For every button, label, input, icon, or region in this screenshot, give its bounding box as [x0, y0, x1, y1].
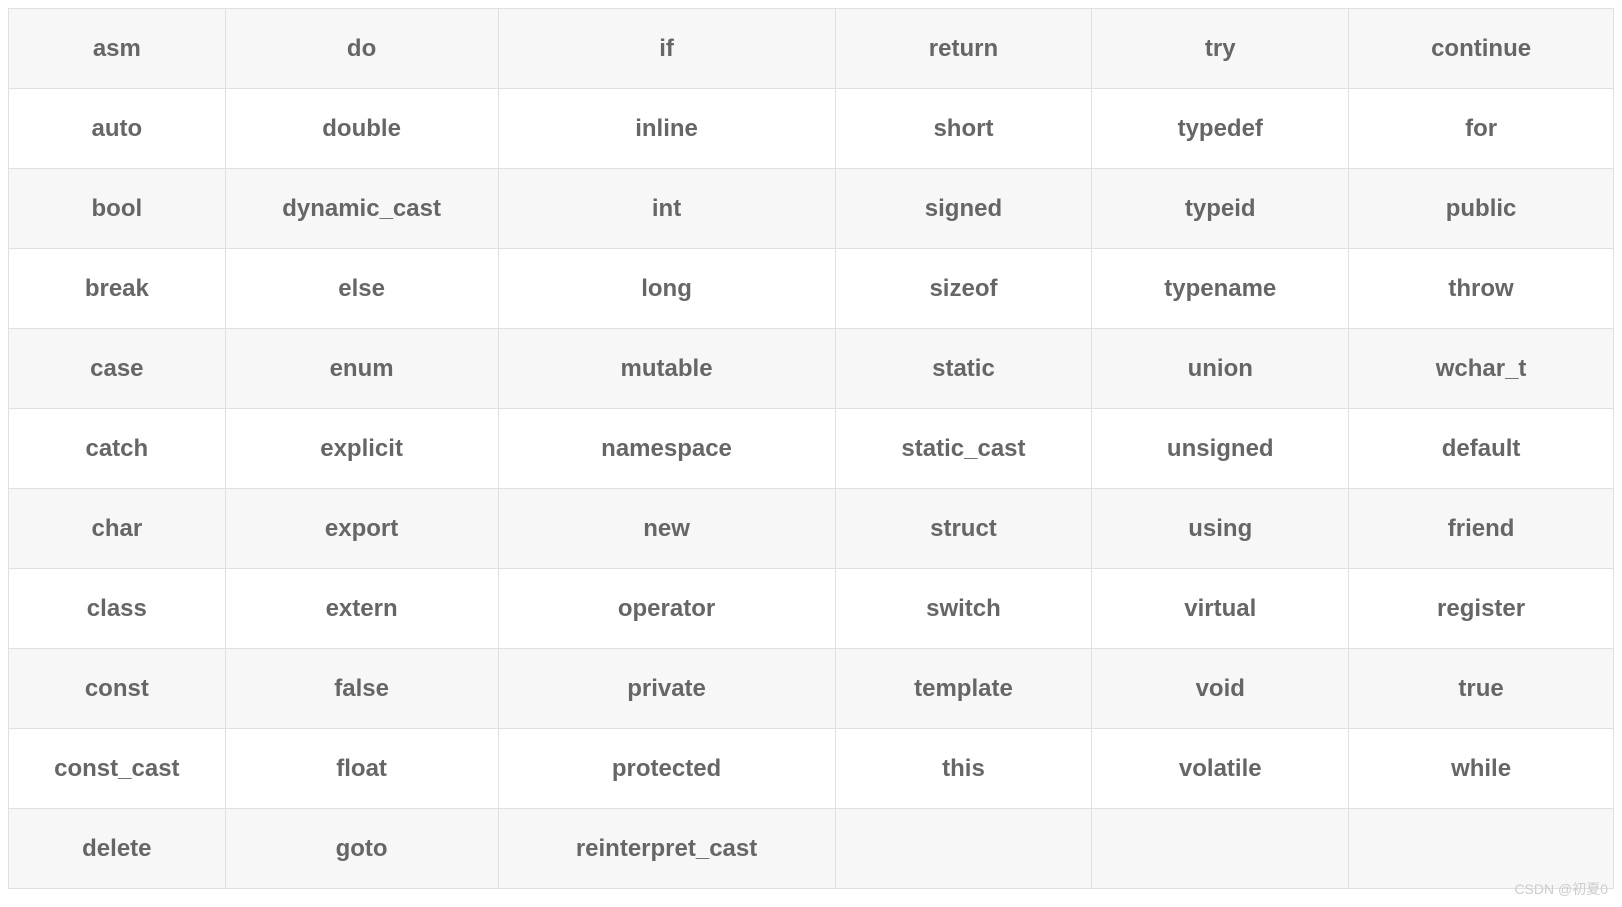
table-cell: namespace — [498, 409, 835, 489]
table-cell: reinterpret_cast — [498, 809, 835, 889]
table-cell: double — [225, 89, 498, 169]
table-cell: this — [835, 729, 1092, 809]
table-row: break else long sizeof typename throw — [9, 249, 1614, 329]
table-cell: signed — [835, 169, 1092, 249]
table-cell: private — [498, 649, 835, 729]
table-cell: float — [225, 729, 498, 809]
table-cell: friend — [1349, 489, 1614, 569]
table-cell: union — [1092, 329, 1349, 409]
table-cell: enum — [225, 329, 498, 409]
table-cell: void — [1092, 649, 1349, 729]
table-cell: wchar_t — [1349, 329, 1614, 409]
table-cell: break — [9, 249, 226, 329]
table-cell: do — [225, 9, 498, 89]
table-cell — [1349, 809, 1614, 889]
table-cell: int — [498, 169, 835, 249]
table-cell: asm — [9, 9, 226, 89]
table-cell: char — [9, 489, 226, 569]
table-row: char export new struct using friend — [9, 489, 1614, 569]
table-cell: sizeof — [835, 249, 1092, 329]
table-row: auto double inline short typedef for — [9, 89, 1614, 169]
table-cell: throw — [1349, 249, 1614, 329]
table-row: const false private template void true — [9, 649, 1614, 729]
table-cell: struct — [835, 489, 1092, 569]
table-cell: typename — [1092, 249, 1349, 329]
table-cell: export — [225, 489, 498, 569]
table-cell: class — [9, 569, 226, 649]
table-cell: virtual — [1092, 569, 1349, 649]
table-cell: public — [1349, 169, 1614, 249]
table-cell: try — [1092, 9, 1349, 89]
table-cell: extern — [225, 569, 498, 649]
table-row: case enum mutable static union wchar_t — [9, 329, 1614, 409]
table-cell: typedef — [1092, 89, 1349, 169]
table-cell: mutable — [498, 329, 835, 409]
table-cell: long — [498, 249, 835, 329]
table-row: delete goto reinterpret_cast — [9, 809, 1614, 889]
table-cell — [835, 809, 1092, 889]
table-row: asm do if return try continue — [9, 9, 1614, 89]
table-cell: const — [9, 649, 226, 729]
table-cell: delete — [9, 809, 226, 889]
table-cell: catch — [9, 409, 226, 489]
table-cell: using — [1092, 489, 1349, 569]
table-cell: explicit — [225, 409, 498, 489]
table-cell — [1092, 809, 1349, 889]
table-cell: new — [498, 489, 835, 569]
table-cell: unsigned — [1092, 409, 1349, 489]
table-cell: inline — [498, 89, 835, 169]
table-row: catch explicit namespace static_cast uns… — [9, 409, 1614, 489]
table-cell: typeid — [1092, 169, 1349, 249]
table-cell: false — [225, 649, 498, 729]
table-row: class extern operator switch virtual reg… — [9, 569, 1614, 649]
table-cell: default — [1349, 409, 1614, 489]
table-cell: if — [498, 9, 835, 89]
table-cell: while — [1349, 729, 1614, 809]
table-cell: else — [225, 249, 498, 329]
table-cell: true — [1349, 649, 1614, 729]
table-cell: const_cast — [9, 729, 226, 809]
table-cell: goto — [225, 809, 498, 889]
table-cell: for — [1349, 89, 1614, 169]
keywords-table: asm do if return try continue auto doubl… — [8, 8, 1614, 889]
table-cell: auto — [9, 89, 226, 169]
table-cell: protected — [498, 729, 835, 809]
table-cell: dynamic_cast — [225, 169, 498, 249]
table-cell: static — [835, 329, 1092, 409]
table-cell: continue — [1349, 9, 1614, 89]
table-cell: template — [835, 649, 1092, 729]
table-cell: return — [835, 9, 1092, 89]
table-cell: volatile — [1092, 729, 1349, 809]
table-cell: switch — [835, 569, 1092, 649]
table-row: const_cast float protected this volatile… — [9, 729, 1614, 809]
table-row: bool dynamic_cast int signed typeid publ… — [9, 169, 1614, 249]
table-cell: short — [835, 89, 1092, 169]
table-cell: case — [9, 329, 226, 409]
table-cell: operator — [498, 569, 835, 649]
table-cell: static_cast — [835, 409, 1092, 489]
watermark-text: CSDN @初夏0 — [1514, 879, 1608, 899]
table-cell: bool — [9, 169, 226, 249]
table-cell: register — [1349, 569, 1614, 649]
